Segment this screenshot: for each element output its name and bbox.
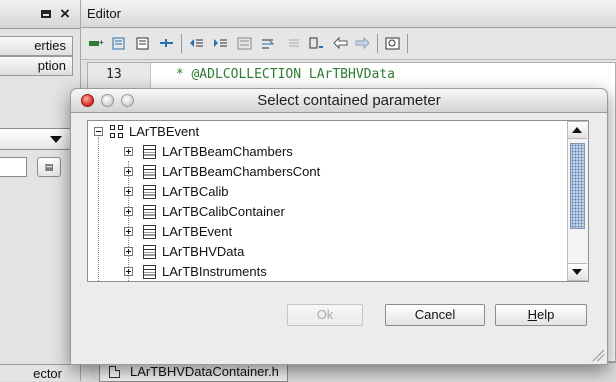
expand-icon[interactable] — [124, 167, 133, 176]
tree-item[interactable]: LArTBCalib — [88, 182, 568, 202]
wrap-icon[interactable] — [261, 37, 276, 50]
toolbar-separator — [181, 34, 182, 53]
file-icon — [109, 366, 120, 378]
expand-icon[interactable] — [124, 147, 133, 156]
editor-title: Editor — [81, 0, 616, 28]
expand-icon[interactable] — [124, 247, 133, 256]
tree-item-label: LArTBCalib — [162, 184, 229, 199]
forward-arrow-icon[interactable] — [355, 37, 370, 50]
tab-properties[interactable]: erties — [0, 36, 73, 56]
expand-icon[interactable] — [124, 227, 133, 236]
tree-item-label: LArTBBeamChambers — [162, 144, 293, 159]
class-icon — [143, 245, 156, 259]
tree-root-row[interactable]: LArTBEvent — [88, 122, 568, 142]
file-tab-label: LArTBHVDataContainer.h — [130, 364, 279, 379]
select-parameter-dialog: Select contained parameter LArTBEvent LA… — [70, 88, 608, 365]
document-icon[interactable] — [135, 37, 150, 50]
tab-description[interactable]: ption — [0, 56, 73, 76]
tree-item-label: LArTBHVData — [162, 244, 245, 259]
tree-item-label: LArTBCalibContainer — [162, 204, 285, 219]
tree-item[interactable]: LArTBInstruments — [88, 262, 568, 281]
svg-text:+: + — [99, 38, 104, 47]
scroll-down-button[interactable] — [568, 263, 587, 281]
insert-icon[interactable] — [111, 37, 126, 50]
help-button[interactable]: Help — [495, 304, 587, 326]
class-icon — [143, 145, 156, 159]
sidebar-dropdown[interactable] — [0, 128, 72, 150]
tree-item[interactable]: LArTBHVData — [88, 242, 568, 262]
editor-toolbar: + — [81, 29, 616, 60]
sidebar-input[interactable] — [0, 157, 27, 177]
collapse-icon[interactable] — [94, 127, 103, 136]
close-icon[interactable]: × — [60, 4, 70, 24]
tree-root-label: LArTBEvent — [129, 124, 200, 139]
help-mnemonic: H — [527, 307, 538, 322]
tree-scrollbar[interactable] — [567, 121, 588, 281]
class-icon — [143, 185, 156, 199]
indent-right-icon[interactable] — [213, 37, 228, 50]
scroll-thumb[interactable] — [570, 143, 585, 229]
class-icon — [143, 165, 156, 179]
line-number: 13 — [106, 67, 122, 82]
scroll-up-button[interactable] — [568, 121, 587, 139]
tree-item-label: LArTBBeamChambersCont — [162, 164, 321, 179]
tree-item[interactable]: LArTBEvent — [88, 222, 568, 242]
parameter-tree[interactable]: LArTBEvent LArTBBeamChambers LArTBBeamCh… — [87, 120, 589, 282]
class-icon — [143, 265, 156, 279]
class-icon — [143, 205, 156, 219]
file-tab[interactable]: LArTBHVDataContainer.h — [99, 363, 288, 382]
add-element-icon[interactable]: + — [89, 37, 104, 50]
tree-item[interactable]: LArTBBeamChambersCont — [88, 162, 568, 182]
sidebar-browse-button[interactable]: ▤ — [37, 157, 61, 177]
column-icon[interactable] — [309, 37, 324, 50]
package-icon — [110, 125, 124, 139]
resize-grip-icon[interactable] — [592, 349, 604, 361]
toolbar-separator — [407, 34, 408, 53]
left-panel: × erties ption ▤ ector — [0, 0, 81, 381]
tree-item-label: LArTBEvent — [162, 224, 233, 239]
format-icon[interactable] — [237, 37, 252, 50]
maximize-icon[interactable] — [41, 10, 51, 18]
list-icon[interactable] — [285, 37, 300, 50]
cancel-button[interactable]: Cancel — [385, 304, 485, 326]
tree-item-label: LArTBInstruments — [162, 264, 267, 279]
split-icon[interactable] — [159, 37, 174, 50]
expand-icon[interactable] — [124, 187, 133, 196]
export-icon[interactable] — [385, 37, 400, 50]
sidebar-bottom-tab[interactable]: ector — [0, 364, 70, 381]
editor-tab-bar: LArTBHVDataContainer.h — [91, 362, 616, 382]
class-icon — [143, 225, 156, 239]
tree-item[interactable]: LArTBCalibContainer — [88, 202, 568, 222]
left-panel-titlebar: × — [0, 0, 80, 29]
tree-item[interactable]: LArTBBeamChambers — [88, 142, 568, 162]
dialog-titlebar[interactable]: Select contained parameter — [71, 89, 607, 113]
indent-left-icon[interactable] — [189, 37, 204, 50]
toolbar-separator — [377, 34, 378, 53]
code-line[interactable]: * @ADLCOLLECTION LArTBHVData — [168, 67, 395, 82]
dialog-title: Select contained parameter — [257, 92, 441, 109]
chevron-down-icon — [50, 136, 62, 143]
expand-icon[interactable] — [124, 207, 133, 216]
expand-icon[interactable] — [124, 267, 133, 276]
back-arrow-icon[interactable] — [333, 37, 348, 50]
ok-button[interactable]: Ok — [287, 304, 363, 326]
help-label: elp — [537, 307, 555, 322]
